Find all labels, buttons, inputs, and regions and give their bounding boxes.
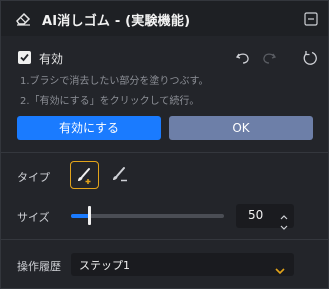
type-label: タイプ [17, 171, 50, 184]
divider [1, 239, 328, 240]
panel-header: AI消しゴム - (実験機能) [1, 1, 328, 36]
ok-button[interactable]: OK [169, 116, 313, 140]
enable-label: 有効 [39, 52, 64, 66]
collapse-icon[interactable] [304, 11, 318, 26]
brush-subtract-icon[interactable] [106, 161, 135, 189]
panel-title: AI消しゴム - (実験機能) [42, 14, 191, 29]
history-dropdown[interactable]: ステップ1 [71, 253, 294, 276]
size-label: サイズ [17, 211, 50, 224]
history-selected-value: ステップ1 [79, 259, 130, 272]
chevron-down-icon[interactable] [278, 217, 290, 230]
reset-icon[interactable] [302, 50, 318, 66]
enable-checkbox[interactable] [18, 51, 31, 64]
instruction-step-2: 2.「有効にする」をクリックして続行。 [20, 96, 200, 107]
size-slider-thumb[interactable] [88, 206, 91, 225]
divider [1, 152, 328, 153]
size-value: 50 [248, 208, 264, 222]
chevron-down-icon [274, 260, 286, 275]
redo-icon[interactable] [261, 50, 277, 66]
chevron-up-icon[interactable] [278, 207, 290, 220]
size-slider-fill [71, 214, 89, 218]
size-input[interactable]: 50 [236, 204, 294, 230]
size-slider[interactable] [71, 214, 224, 218]
ai-eraser-panel: AI消しゴム - (実験機能) 有効 1.ブラシで消去したい部分を塗りつぶす。 … [0, 0, 329, 289]
instruction-step-1: 1.ブラシで消去したい部分を塗りつぶす。 [20, 76, 209, 87]
brush-add-icon[interactable] [70, 161, 99, 189]
history-label: 操作履歴 [17, 260, 61, 273]
undo-icon[interactable] [235, 50, 251, 66]
enable-button[interactable]: 有効にする [17, 116, 161, 140]
ai-eraser-logo-icon [16, 11, 31, 26]
